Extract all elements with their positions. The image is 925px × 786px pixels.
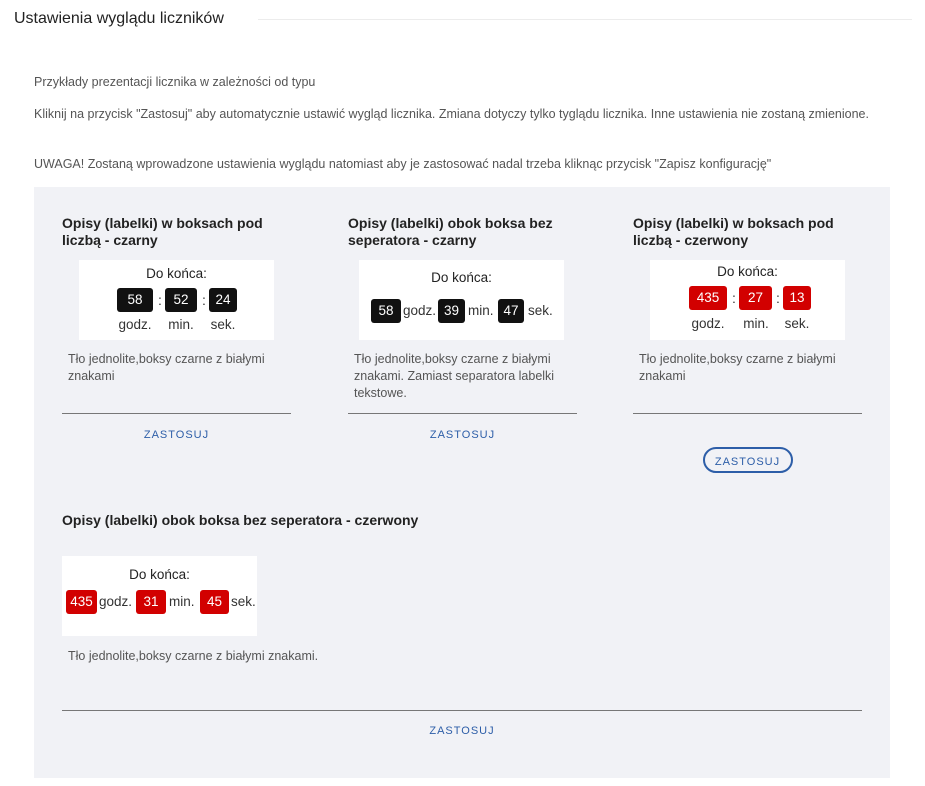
hours-label: godz. <box>691 316 725 331</box>
card-divider <box>633 413 862 414</box>
separator: : <box>732 290 736 306</box>
preview-label: Do końca: <box>146 266 207 281</box>
minutes-box: 52 <box>165 288 197 312</box>
intro-text-instructions: Kliknij na przycisk "Zastosuj" aby autom… <box>34 107 869 121</box>
counter-styles-panel: Opisy (labelki) w boksach pod liczbą - c… <box>34 187 890 778</box>
seconds-label: sek. <box>784 316 810 331</box>
style-card-boxes-below-red: Opisy (labelki) w boksach pod liczbą - c… <box>633 215 863 473</box>
separator: : <box>776 290 780 306</box>
apply-button[interactable]: ZASTOSUJ <box>633 447 862 477</box>
minutes-label: min. <box>168 317 194 332</box>
apply-button[interactable]: ZASTOSUJ <box>348 421 577 449</box>
separator: : <box>202 292 206 308</box>
seconds-box: 45 <box>200 590 229 614</box>
minutes-label: min. <box>468 303 494 318</box>
hours-box: 435 <box>66 590 97 614</box>
page-title: Ustawienia wyglądu liczników <box>14 10 224 27</box>
style-card-boxes-below-black: Opisy (labelki) w boksach pod liczbą - c… <box>62 215 292 455</box>
preview-label: Do końca: <box>717 264 778 279</box>
preview-label: Do końca: <box>129 567 190 582</box>
card-title: Opisy (labelki) w boksach pod liczbą - c… <box>633 215 834 248</box>
hours-box: 435 <box>689 286 727 310</box>
counter-preview: Do końca: 58 : 52 : 24 godz. min. sek. <box>79 260 274 340</box>
hours-box: 58 <box>371 299 401 323</box>
card-divider <box>62 710 862 711</box>
card-title: Opisy (labelki) w boksach pod liczbą - c… <box>62 215 263 248</box>
card-title: Opisy (labelki) obok boksa bez seperator… <box>62 512 419 528</box>
hours-label: godz. <box>403 303 437 318</box>
seconds-label: sek. <box>231 594 256 609</box>
hours-box: 58 <box>117 288 153 312</box>
hours-label: godz. <box>99 594 133 609</box>
counter-preview: Do końca: 435 : 27 : 13 godz. min. sek. <box>650 260 845 340</box>
header-divider <box>258 19 912 20</box>
minutes-label: min. <box>743 316 769 331</box>
style-card-labels-beside-black: Opisy (labelki) obok boksa bez seperator… <box>348 215 578 455</box>
minutes-box: 31 <box>136 590 166 614</box>
separator: : <box>158 292 162 308</box>
apply-button[interactable]: ZASTOSUJ <box>62 421 291 449</box>
seconds-label: sek. <box>210 317 236 332</box>
hours-label: godz. <box>118 317 152 332</box>
minutes-box: 39 <box>438 299 465 323</box>
section-header: Ustawienia wyglądu liczników <box>14 10 912 32</box>
card-divider <box>348 413 577 414</box>
card-description: Tło jednolite,boksy czarne z białymi zna… <box>354 352 555 400</box>
seconds-label: sek. <box>528 303 553 318</box>
card-divider <box>62 413 291 414</box>
card-description: Tło jednolite,boksy czarne z białymi zna… <box>68 352 265 383</box>
intro-text-examples: Przykłady prezentacji licznika w zależno… <box>34 75 316 89</box>
seconds-box: 47 <box>498 299 524 323</box>
minutes-box: 27 <box>739 286 772 310</box>
seconds-box: 13 <box>783 286 811 310</box>
counter-preview: Do końca: 58 godz. 39 min. 47 sek. <box>359 260 564 340</box>
seconds-box: 24 <box>209 288 237 312</box>
card-description: Tło jednolite,boksy czarne z białymi zna… <box>68 649 319 663</box>
minutes-label: min. <box>169 594 195 609</box>
intro-text-warning: UWAGA! Zostaną wprowadzone ustawienia wy… <box>34 157 772 171</box>
counter-preview: Do końca: 435 godz. 31 min. 45 sek. <box>62 556 257 636</box>
preview-label: Do końca: <box>431 270 492 285</box>
apply-button[interactable]: ZASTOSUJ <box>62 717 862 745</box>
style-card-labels-beside-red: Opisy (labelki) obok boksa bez seperator… <box>62 512 862 752</box>
apply-button-label: ZASTOSUJ <box>702 447 793 473</box>
card-title: Opisy (labelki) obok boksa bez seperator… <box>348 215 553 248</box>
card-description: Tło jednolite,boksy czarne z białymi zna… <box>639 352 836 383</box>
